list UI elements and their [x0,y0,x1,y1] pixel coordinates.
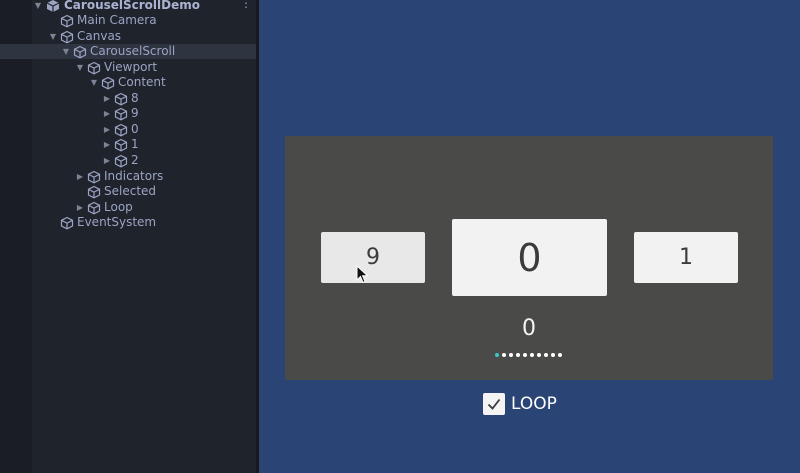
expand-caret-icon[interactable]: ▶ [75,200,85,215]
cube-icon [114,138,128,152]
indicator-dot[interactable] [516,353,520,357]
cube-icon [114,154,128,168]
hierarchy-row[interactable]: ▶ 1 [0,137,256,152]
expand-caret-icon[interactable]: ▼ [33,0,43,13]
cube-icon [114,107,128,121]
indicator-dot-active[interactable] [495,353,499,357]
expand-caret-icon[interactable]: ▶ [75,169,85,184]
expand-caret-icon[interactable]: ▶ [102,106,112,121]
expand-caret-icon[interactable]: ▶ [102,122,112,137]
hierarchy-row[interactable]: ▶ 2 [0,153,256,168]
expand-caret-icon[interactable]: ▶ [102,153,112,168]
carousel-card-previous[interactable]: 9 [321,232,425,283]
cube-icon [87,185,101,199]
card-current-label: 0 [517,235,542,280]
hierarchy-row[interactable]: ▶ Loop [0,200,256,215]
cube-icon [87,170,101,184]
hierarchy-row[interactable]: EventSystem [0,215,256,230]
hierarchy-row[interactable]: ▼ Content [0,75,256,90]
hierarchy-row-label: 8 [131,91,139,105]
hierarchy-row[interactable]: Selected [0,184,256,199]
cube-icon [87,61,101,75]
selected-index-text: 0 [522,316,536,341]
cube-icon [114,92,128,106]
cube-icon [73,45,87,59]
hierarchy-row[interactable]: ▼ CarouselScroll [0,44,256,59]
collapse-caret-icon[interactable]: ▼ [48,29,58,44]
hierarchy-row[interactable]: Main Camera [0,13,256,28]
expand-caret-icon[interactable]: ▶ [102,91,112,106]
indicator-dot[interactable] [558,353,562,357]
hierarchy-row-label: CarouselScroll [90,44,176,58]
hierarchy-row-label: Content [118,75,166,89]
hierarchy-row-label: Viewport [104,60,158,74]
indicator-dot[interactable] [544,353,548,357]
collapse-caret-icon[interactable]: ▼ [61,44,71,59]
hierarchy-row-label: 9 [131,106,139,120]
checkmark-icon [487,398,501,410]
hierarchy-row[interactable]: ▼ Viewport [0,60,256,75]
cube-icon [60,14,74,28]
indicator-dot[interactable] [502,353,506,357]
hierarchy-row-label: 2 [131,153,139,167]
cube-icon [101,76,115,90]
cube-icon [114,123,128,137]
hierarchy-row[interactable]: ▶ Indicators [0,169,256,184]
hierarchy-row-label: Canvas [77,29,122,43]
collapse-caret-icon[interactable]: ▼ [89,75,99,90]
hierarchy-row-label: 1 [131,137,139,151]
hierarchy-row-label: Loop [104,200,133,214]
hierarchy-row-label: Selected [104,184,157,198]
carousel-card-current[interactable]: 0 [452,219,607,296]
indicator-dot[interactable] [551,353,555,357]
cube-icon [60,30,74,44]
indicator-dot[interactable] [530,353,534,357]
collapse-caret-icon[interactable]: ▼ [75,60,85,75]
game-view: 9 0 1 0 LOOP [259,0,800,473]
indicator-dot[interactable] [523,353,527,357]
page-indicators [495,353,562,359]
cube-icon [87,201,101,215]
expand-caret-icon[interactable]: ▶ [102,137,112,152]
hierarchy-row-scene[interactable]: ▼ CarouselScrollDemo ⋮ [0,0,256,13]
loop-toggle[interactable]: LOOP [483,393,557,415]
hierarchy-row[interactable]: ▶ 8 [0,91,256,106]
indicator-dot[interactable] [509,353,513,357]
cube-icon [60,216,74,230]
loop-label: LOOP [511,394,557,414]
mouse-pointer-icon [356,265,369,284]
kebab-menu-icon[interactable]: ⋮ [240,0,252,10]
card-next-label: 1 [679,245,693,270]
hierarchy-row-label: 0 [131,122,139,136]
hierarchy-row[interactable]: ▼ Canvas [0,29,256,44]
loop-checkbox[interactable] [483,393,505,415]
hierarchy-scene-label: CarouselScrollDemo [64,0,200,12]
hierarchy-row[interactable]: ▶ 9 [0,106,256,121]
carousel-scroll[interactable]: 9 0 1 0 [285,136,773,380]
hierarchy-panel: ▼ CarouselScrollDemo ⋮ Main Camera ▼ Canva… [0,0,259,473]
hierarchy-row-label: Main Camera [77,13,157,27]
hierarchy-row[interactable]: ▶ 0 [0,122,256,137]
unity-scene-icon [46,0,60,12]
hierarchy-row-label: Indicators [104,169,164,183]
indicator-dot[interactable] [537,353,541,357]
carousel-card-next[interactable]: 1 [634,232,738,283]
hierarchy-row-label: EventSystem [77,215,157,229]
